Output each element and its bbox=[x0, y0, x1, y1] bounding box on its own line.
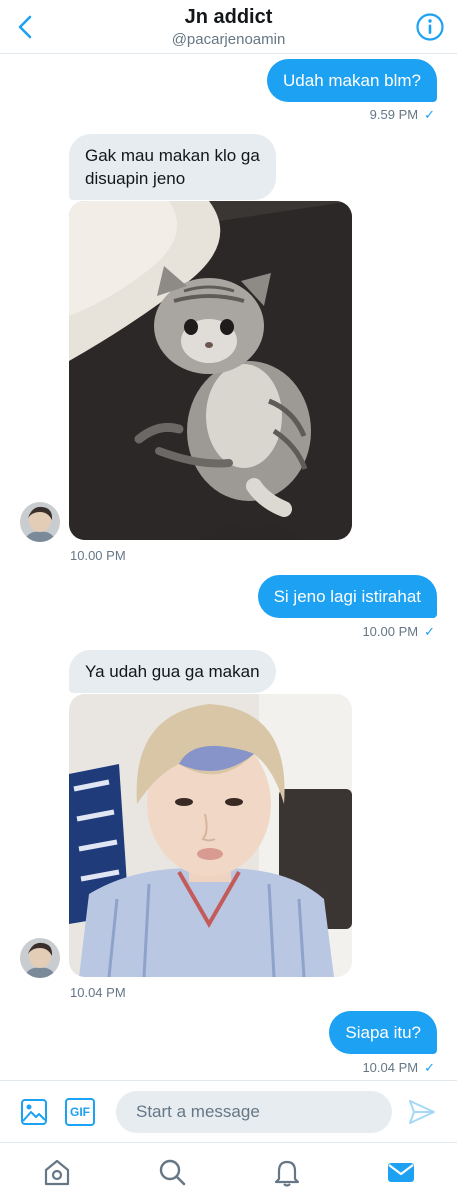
message-bubble-outgoing[interactable]: Si jeno lagi istirahat bbox=[257, 575, 437, 618]
timestamp-text: 9.59 PM bbox=[369, 107, 419, 122]
boy-portrait-photo[interactable] bbox=[69, 694, 352, 977]
message-bubble-incoming[interactable]: Ya udah gua ga makan bbox=[69, 650, 276, 693]
read-check-icon: ✓ bbox=[424, 624, 435, 639]
message-input[interactable] bbox=[116, 1091, 392, 1133]
gif-label: GIF bbox=[70, 1105, 90, 1119]
contact-avatar[interactable] bbox=[20, 938, 60, 978]
image-icon[interactable] bbox=[20, 1098, 48, 1126]
message-bubble-outgoing[interactable]: Siapa itu? bbox=[329, 1011, 437, 1054]
message-timestamp: 10.00 PM ✓ bbox=[362, 624, 435, 640]
search-icon[interactable] bbox=[155, 1155, 189, 1189]
message-composer: GIF bbox=[0, 1080, 457, 1142]
messages-mail-icon[interactable] bbox=[384, 1155, 418, 1189]
message-timestamp: 9.59 PM ✓ bbox=[370, 107, 435, 123]
gif-button[interactable]: GIF bbox=[65, 1098, 95, 1126]
kitten-photo[interactable] bbox=[69, 201, 352, 540]
message-timestamp: 10.00 PM bbox=[70, 548, 126, 563]
info-circle-icon[interactable] bbox=[415, 12, 445, 42]
conversation-header: Jn addict @pacarjenoamin bbox=[0, 0, 457, 54]
message-timestamp: 10.04 PM bbox=[70, 985, 126, 1000]
message-timestamp: 10.04 PM ✓ bbox=[362, 1060, 435, 1076]
home-icon[interactable] bbox=[40, 1155, 74, 1189]
message-bubble-incoming[interactable]: Gak mau makan klo ga disuapin jeno bbox=[69, 134, 276, 200]
bottom-tab-bar bbox=[0, 1142, 457, 1200]
conversation-title[interactable]: Jn addict bbox=[0, 6, 457, 29]
timestamp-text: 10.00 PM bbox=[362, 624, 419, 639]
contact-avatar[interactable] bbox=[20, 502, 60, 542]
read-check-icon: ✓ bbox=[424, 107, 435, 122]
read-check-icon: ✓ bbox=[424, 1060, 435, 1075]
message-bubble-outgoing[interactable]: Udah makan blm? bbox=[267, 59, 437, 102]
send-icon[interactable] bbox=[407, 1098, 437, 1126]
timestamp-text: 10.04 PM bbox=[362, 1060, 419, 1075]
conversation-handle: @pacarjenoamin bbox=[171, 31, 286, 48]
notifications-bell-icon[interactable] bbox=[270, 1155, 304, 1189]
